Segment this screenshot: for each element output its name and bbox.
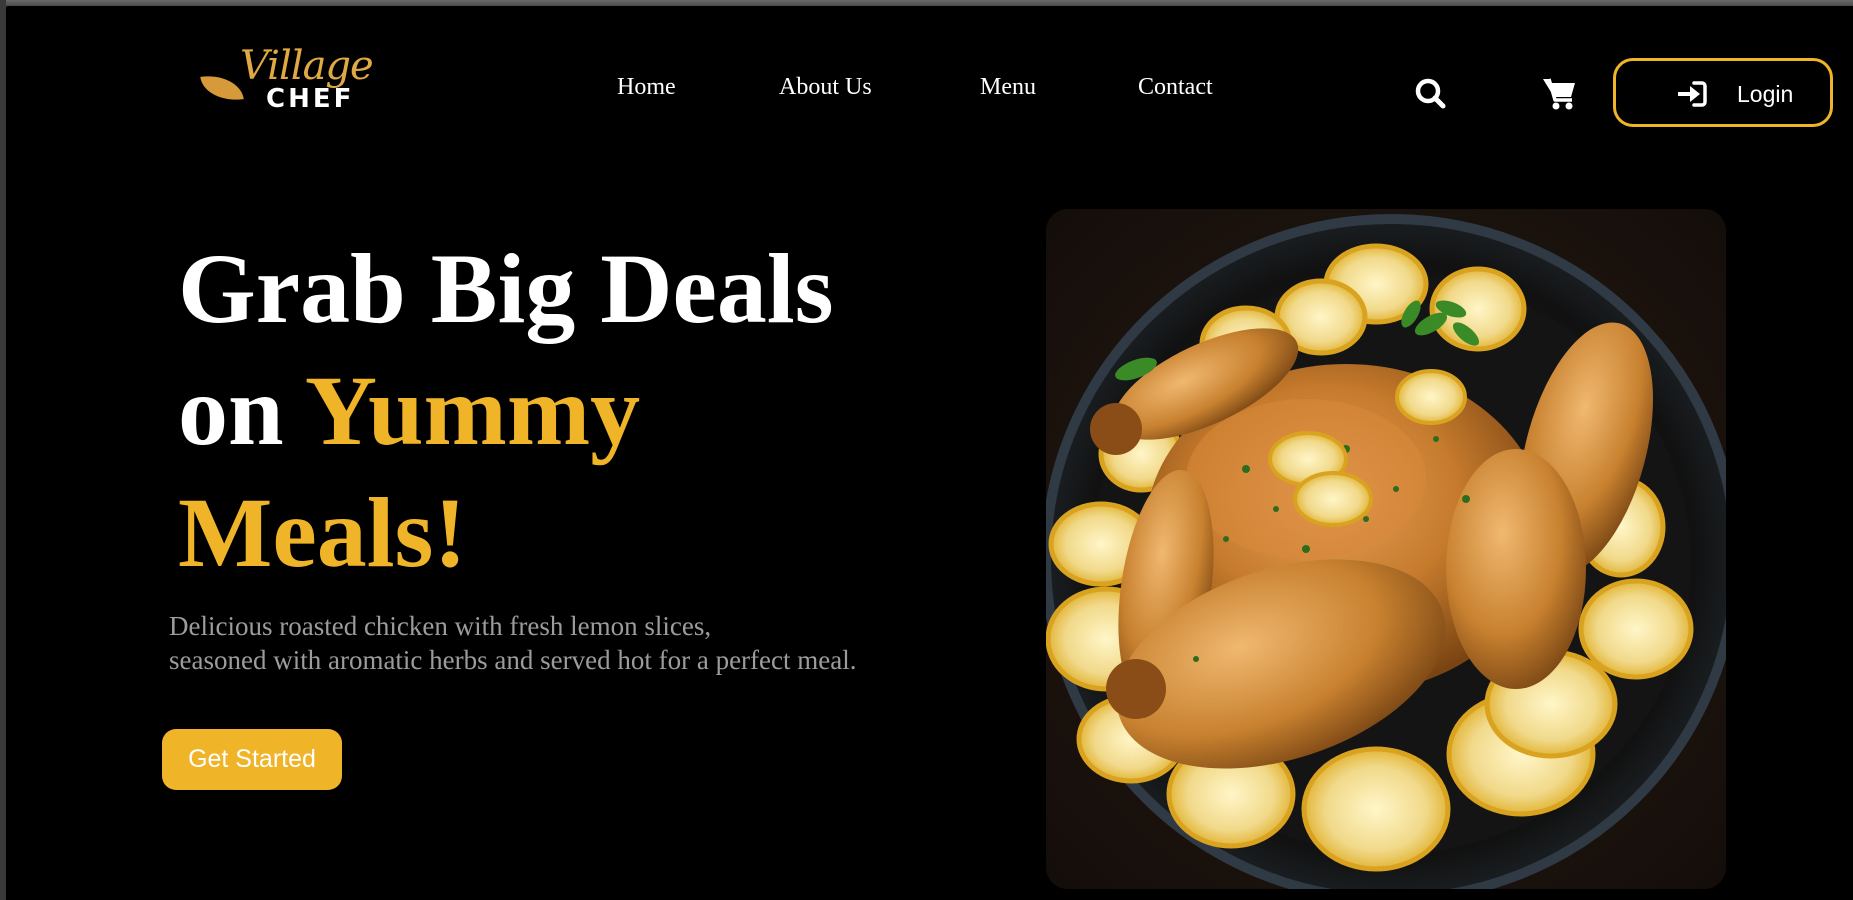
hero-description-line2: seasoned with aromatic herbs and served … bbox=[169, 645, 857, 675]
login-label: Login bbox=[1737, 81, 1794, 107]
hero-title-line2-plain: on bbox=[178, 355, 305, 466]
search-icon[interactable] bbox=[1412, 76, 1452, 116]
page: Village CHEF Home About Us Menu Contact bbox=[6, 6, 1853, 900]
cart-icon[interactable] bbox=[1540, 74, 1580, 114]
nav-item-about-us[interactable]: About Us bbox=[779, 72, 872, 102]
leaf-icon bbox=[200, 71, 244, 105]
hero-title: Grab Big Deals on Yummy Meals! bbox=[178, 228, 834, 594]
brand-logo[interactable]: Village CHEF bbox=[200, 43, 392, 118]
logo-script: Village bbox=[240, 43, 374, 89]
hero-description-line1: Delicious roasted chicken with fresh lem… bbox=[169, 611, 712, 641]
logo-word: CHEF bbox=[266, 84, 355, 114]
nav-item-home[interactable]: Home bbox=[617, 72, 676, 102]
hero-title-line1: Grab Big Deals bbox=[178, 233, 834, 344]
hero-title-accent-meals: Meals! bbox=[178, 477, 467, 588]
login-button[interactable]: Login bbox=[1613, 58, 1833, 127]
nav-item-contact[interactable]: Contact bbox=[1138, 72, 1213, 102]
login-icon bbox=[1676, 80, 1708, 108]
nav-item-menu[interactable]: Menu bbox=[980, 72, 1036, 102]
get-started-button[interactable]: Get Started bbox=[162, 729, 342, 790]
roast-chicken-image bbox=[1046, 209, 1726, 889]
hero-title-accent-yummy: Yummy bbox=[304, 355, 641, 466]
hero-description: Delicious roasted chicken with fresh lem… bbox=[169, 609, 989, 677]
